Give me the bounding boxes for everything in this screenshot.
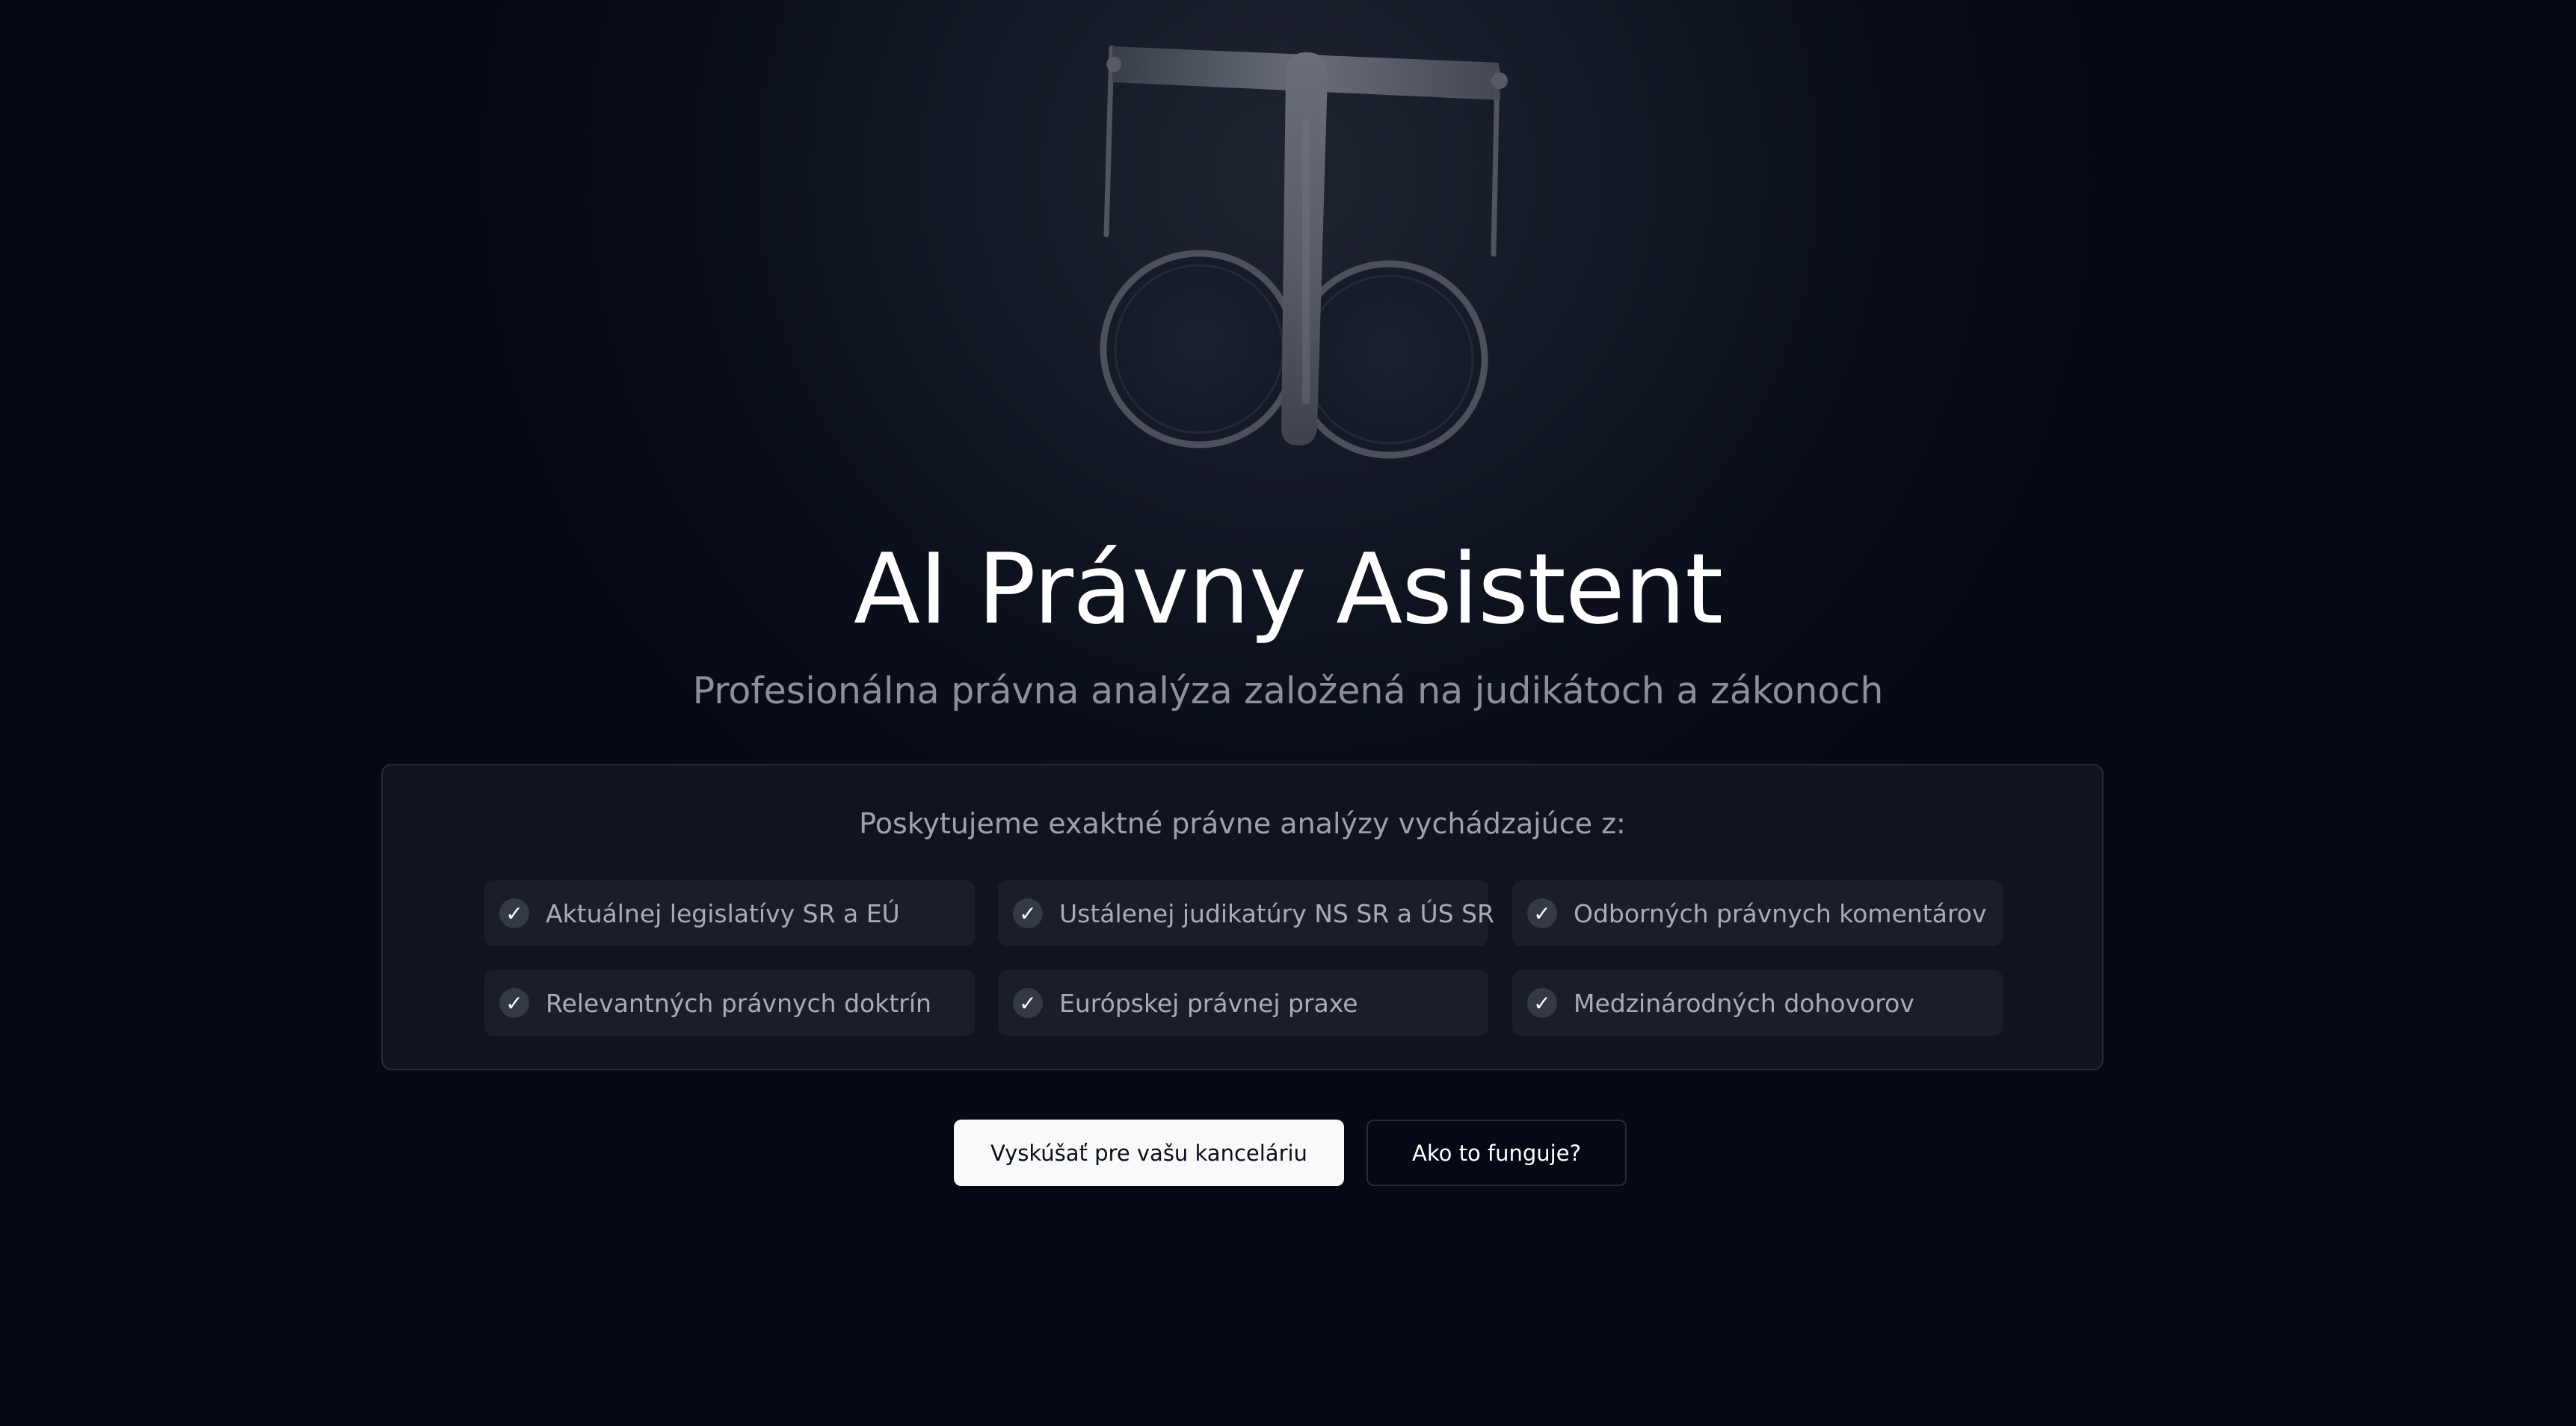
feature-label: Aktuálnej legislatívy SR a EÚ: [546, 898, 900, 928]
scales-of-justice-icon: [1100, 45, 1508, 459]
feature-label: Relevantných právnych doktrín: [546, 988, 931, 1018]
feature-item: ✓ Aktuálnej legislatívy SR a EÚ: [484, 880, 975, 946]
check-icon: ✓: [1013, 988, 1043, 1018]
features-heading: Poskytujeme exaktné právne analýzy vychá…: [859, 807, 1626, 840]
feature-item: ✓ Relevantných právnych doktrín: [484, 970, 975, 1036]
how-it-works-button[interactable]: Ako to funguje?: [1366, 1120, 1627, 1186]
feature-item: ✓ Medzinárodných dohovorov: [1512, 970, 2003, 1036]
check-icon: ✓: [1013, 898, 1043, 928]
feature-item: ✓ Európskej právnej praxe: [998, 970, 1488, 1036]
features-panel: Poskytujeme exaktné právne analýzy vychá…: [381, 764, 2104, 1070]
feature-label: Ustálenej judikatúry NS SR a ÚS SR: [1059, 898, 1494, 928]
feature-label: Odborných právnych komentárov: [1574, 898, 1987, 928]
page-title: AI Právny Asistent: [853, 532, 1723, 646]
feature-label: Medzinárodných dohovorov: [1574, 988, 1914, 1018]
feature-item: ✓ Odborných právnych komentárov: [1512, 880, 2003, 946]
feature-label: Európskej právnej praxe: [1059, 988, 1358, 1018]
page-subtitle: Profesionálna právna analýza založená na…: [692, 670, 1884, 712]
feature-item: ✓ Ustálenej judikatúry NS SR a ÚS SR: [998, 880, 1494, 946]
check-icon: ✓: [1527, 898, 1557, 928]
try-for-your-office-button[interactable]: Vyskúšať pre vašu kanceláriu: [954, 1120, 1344, 1186]
check-icon: ✓: [499, 898, 529, 928]
check-icon: ✓: [1527, 988, 1557, 1018]
check-icon: ✓: [499, 988, 529, 1018]
